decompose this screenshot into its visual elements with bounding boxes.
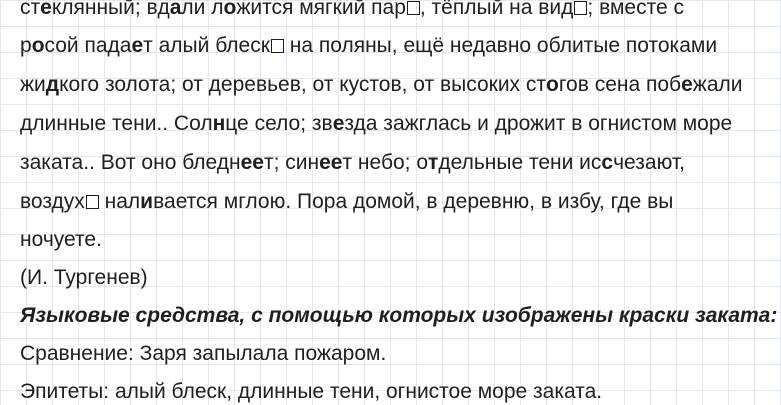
blank-box xyxy=(574,1,588,15)
comparison-line: Сравнение: Заря запылала пожаром. xyxy=(20,342,387,365)
text-line-2: росой падает алый блеск на поляны, ещё н… xyxy=(20,34,718,57)
text-line-5: заката.. Вот оно бледнеет; синеет небо; … xyxy=(20,151,685,174)
text-line-7: ночуете. xyxy=(20,228,102,251)
document: стеклянный; вдали ложится мягкий пар, тё… xyxy=(0,0,781,403)
author-attribution: (И. Тургенев) xyxy=(20,266,148,289)
blank-box xyxy=(270,39,284,53)
section-heading: Языковые средства, с помощью которых изо… xyxy=(20,304,778,327)
epithets-line: Эпитеты: алый блеск, длинные тени, огнис… xyxy=(20,380,603,403)
text-line-1: стеклянный; вдали ложится мягкий пар, тё… xyxy=(20,0,685,19)
text-line-6: воздух наливается мглою. Пора домой, в д… xyxy=(20,190,674,213)
text-line-4: длинные тени.. Солнце село; звезда зажгл… xyxy=(20,112,733,135)
blank-box xyxy=(406,1,420,15)
blank-box xyxy=(85,195,99,209)
text-line-3: жидкого золота; от деревьев, от кустов, … xyxy=(20,73,743,96)
